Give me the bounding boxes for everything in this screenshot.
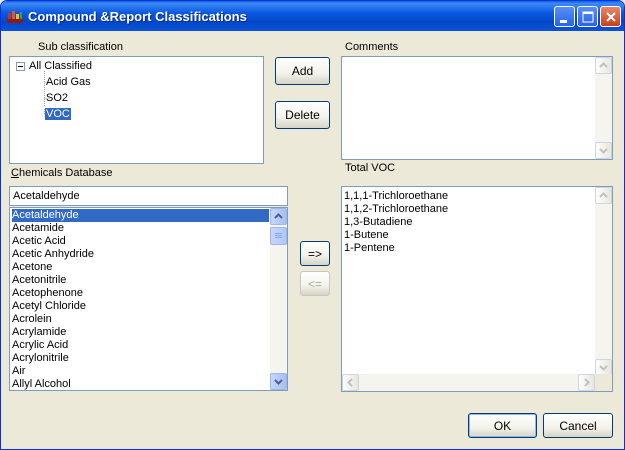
- sub-classification-tree[interactable]: All Classified Acid Gas SO2 VOC: [9, 56, 264, 164]
- total-voc-label: Total VOC: [345, 162, 396, 174]
- scroll-down-button[interactable]: [595, 142, 612, 159]
- chevron-right-icon: [584, 378, 590, 387]
- close-button[interactable]: [600, 6, 621, 27]
- chevron-up-icon: [599, 62, 608, 68]
- chemical-list-item[interactable]: Acetamide: [12, 222, 269, 235]
- voc-list-item[interactable]: 1,1,1-Trichloroethane: [344, 190, 448, 203]
- total-voc-hscrollbar[interactable]: [342, 374, 595, 391]
- voc-list-item[interactable]: 1,3-Butadiene: [344, 216, 413, 229]
- sub-classification-label: Sub classification: [38, 41, 123, 53]
- app-icon: [7, 11, 23, 23]
- chemical-list-item[interactable]: Acetic Acid: [12, 235, 269, 248]
- chemical-list-item[interactable]: Air: [12, 365, 269, 378]
- total-voc-list[interactable]: 1,1,1-Trichloroethane 1,1,2-Trichloroetha…: [341, 186, 613, 392]
- chevron-up-icon: [274, 213, 283, 219]
- remove-from-group-button[interactable]: <=: [300, 271, 330, 296]
- tree-node-root[interactable]: All Classified: [29, 60, 92, 72]
- scroll-left-button[interactable]: [342, 374, 359, 391]
- tree-node-voc[interactable]: VOC: [44, 107, 72, 121]
- tree-node-acid-gas[interactable]: Acid Gas: [46, 76, 91, 88]
- comments-textarea[interactable]: [341, 56, 613, 160]
- window-title: Compound &Report Classifications: [28, 9, 247, 24]
- chevron-down-icon: [274, 379, 283, 385]
- chemical-list-item[interactable]: Acrylic Acid: [12, 339, 269, 352]
- scroll-up-button[interactable]: [595, 187, 612, 204]
- scroll-thumb[interactable]: [270, 227, 287, 245]
- chevron-down-icon: [599, 365, 608, 371]
- voc-list-item[interactable]: 1-Butene: [344, 229, 389, 242]
- tree-node-so2[interactable]: SO2: [46, 92, 68, 104]
- chemical-list-item[interactable]: Acrylonitrile: [12, 352, 269, 365]
- voc-list-item[interactable]: 1,1,2-Trichloroethane: [344, 203, 448, 216]
- maximize-button[interactable]: [577, 6, 598, 27]
- chemicals-database-label: Chemicals Database: [11, 167, 113, 179]
- chemical-list-item[interactable]: Acetyl Chloride: [12, 300, 269, 313]
- grip-icon: [275, 233, 282, 238]
- minimize-icon: [560, 20, 567, 23]
- chemical-list-item[interactable]: Allyl Alcohol: [12, 378, 269, 390]
- scroll-down-button[interactable]: [270, 373, 287, 390]
- chemical-list-item[interactable]: Acrylamide: [12, 326, 269, 339]
- chemical-search-input[interactable]: [9, 186, 288, 206]
- chemicals-list-scrollbar[interactable]: [270, 208, 287, 390]
- minimize-button[interactable]: [554, 6, 575, 27]
- chemical-list-item[interactable]: Acrolein: [12, 313, 269, 326]
- scroll-right-button[interactable]: [578, 374, 595, 391]
- comments-scrollbar[interactable]: [595, 57, 612, 159]
- total-voc-vscrollbar[interactable]: [595, 187, 612, 376]
- chevron-left-icon: [347, 378, 353, 387]
- chevron-up-icon: [599, 192, 608, 198]
- chemical-list-item[interactable]: Acetone: [12, 261, 269, 274]
- add-to-group-button[interactable]: =>: [300, 241, 330, 266]
- chevron-down-icon: [599, 148, 608, 154]
- chemical-list-item[interactable]: Acetic Anhydride: [12, 248, 269, 261]
- chemical-list-item[interactable]: Acetonitrile: [12, 274, 269, 287]
- dialog-window: Compound &Report Classifications Sub cla…: [0, 0, 625, 450]
- maximize-icon: [582, 11, 594, 23]
- scroll-up-button[interactable]: [595, 57, 612, 74]
- ok-button[interactable]: OK: [468, 413, 537, 438]
- comments-label: Comments: [345, 41, 399, 53]
- scroll-corner: [595, 374, 612, 391]
- voc-list-item[interactable]: 1-Pentene: [344, 242, 395, 255]
- close-icon: [606, 12, 616, 22]
- scroll-up-button[interactable]: [270, 208, 287, 225]
- collapse-icon[interactable]: [16, 62, 25, 71]
- chemicals-list[interactable]: Acetaldehyde Acetamide Acetic Acid Acetic A…: [9, 207, 288, 391]
- chemical-list-item[interactable]: Acetophenone: [12, 287, 269, 300]
- chemical-list-item[interactable]: Acetaldehyde: [12, 209, 269, 222]
- cancel-button[interactable]: Cancel: [543, 413, 613, 438]
- add-button[interactable]: Add: [275, 57, 330, 85]
- title-bar[interactable]: Compound &Report Classifications: [1, 1, 624, 31]
- delete-button[interactable]: Delete: [275, 101, 330, 129]
